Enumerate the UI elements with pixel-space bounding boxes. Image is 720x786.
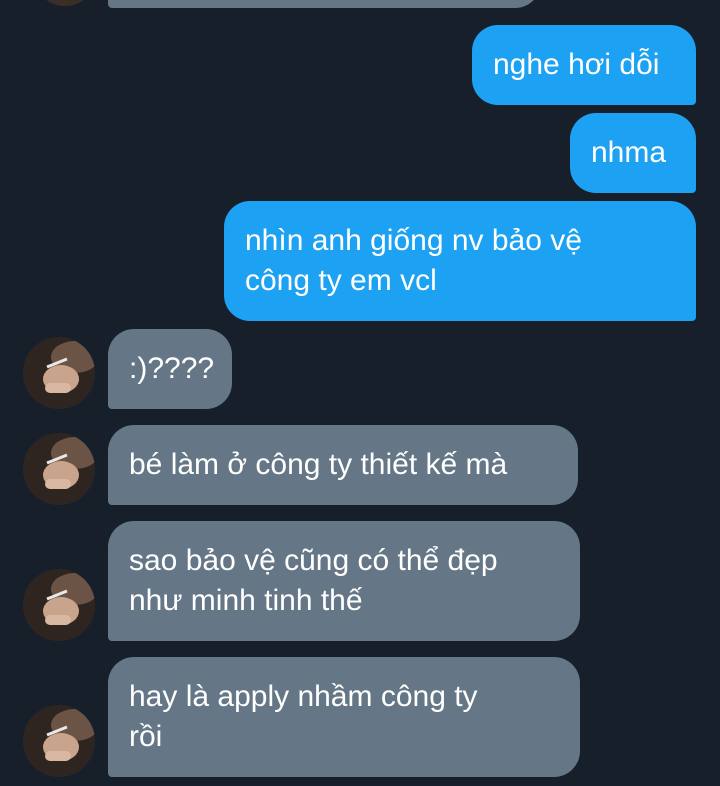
sender-avatar-partial[interactable] xyxy=(33,0,97,6)
sender-avatar[interactable] xyxy=(23,569,95,641)
avatar-photo-icon xyxy=(23,705,95,777)
sender-avatar[interactable] xyxy=(23,433,95,505)
message-bubble-outgoing[interactable]: nghe hơi dỗi xyxy=(472,25,696,105)
message-bubble-incoming[interactable]: sao bảo vệ cũng có thể đẹp như minh tinh… xyxy=(108,521,580,641)
previous-message-bubble-partial[interactable] xyxy=(108,0,541,8)
avatar-photo-icon xyxy=(23,337,95,409)
message-bubble-incoming[interactable]: :)???? xyxy=(108,329,232,409)
message-bubble-incoming[interactable]: bé làm ở công ty thiết kế mà xyxy=(108,425,578,505)
avatar-photo-icon xyxy=(23,433,95,505)
chat-screen: nghe hơi dỗi nhma nhìn anh giống nv bảo … xyxy=(0,0,720,786)
message-bubble-outgoing[interactable]: nhma xyxy=(570,113,696,193)
sender-avatar[interactable] xyxy=(23,337,95,409)
message-bubble-outgoing[interactable]: nhìn anh giống nv bảo vệ công ty em vcl xyxy=(224,201,696,321)
sender-avatar[interactable] xyxy=(23,705,95,777)
avatar-photo-icon xyxy=(23,569,95,641)
message-bubble-incoming[interactable]: hay là apply nhầm công ty rồi xyxy=(108,657,580,777)
